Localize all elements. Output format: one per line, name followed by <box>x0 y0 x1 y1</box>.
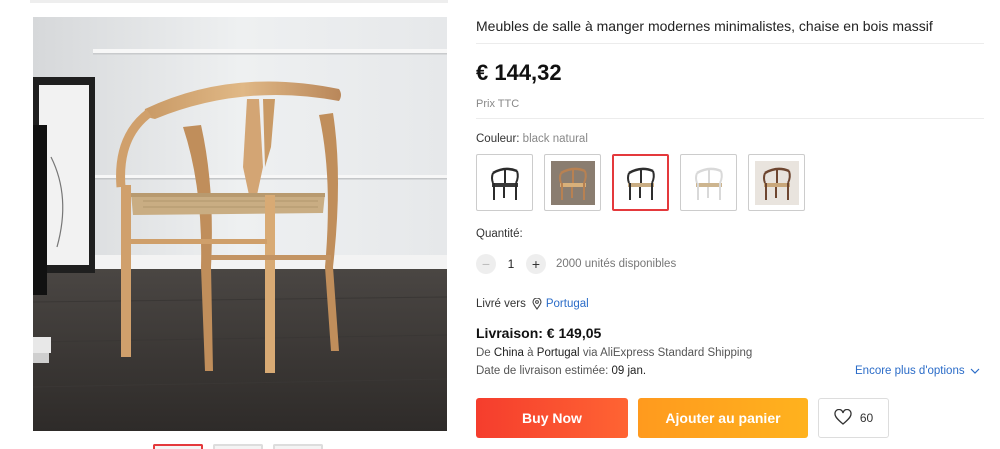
map-pin-icon <box>532 298 542 310</box>
color-swatch-black-natural[interactable] <box>612 154 669 211</box>
thumbnail-1[interactable] <box>153 444 203 449</box>
quantity-value[interactable]: 1 <box>496 257 526 271</box>
more-shipping-options-link[interactable]: Encore plus d'options <box>855 365 980 377</box>
chair-thumbnail <box>618 160 663 205</box>
color-label: Couleur: black natural <box>476 133 588 145</box>
color-swatch-black[interactable] <box>476 154 533 211</box>
price-divider <box>476 118 984 119</box>
wishlist-button[interactable]: 60 <box>818 398 889 438</box>
route-mid: à <box>527 347 534 359</box>
thumbnail-3[interactable] <box>273 444 323 449</box>
thumbnail-2[interactable] <box>213 444 263 449</box>
title-divider <box>476 43 984 44</box>
delivery-date: Date de livraison estimée: 09 jan. <box>476 365 646 377</box>
thumbnail-strip <box>153 444 323 449</box>
quantity-label: Quantité: <box>476 228 523 240</box>
color-swatch-white[interactable] <box>680 154 737 211</box>
product-price: € 144,32 <box>476 60 562 85</box>
stock-available: 2000 unités disponibles <box>556 258 677 270</box>
add-to-cart-button[interactable]: Ajouter au panier <box>638 398 808 438</box>
color-swatch-photo-wood[interactable] <box>544 154 601 211</box>
quantity-plus-button[interactable]: + <box>526 254 546 274</box>
chair-thumbnail <box>686 160 731 205</box>
wishlist-count: 60 <box>859 411 874 425</box>
ship-to-row: Livré vers Portugal <box>476 298 589 310</box>
chair-thumbnail <box>754 160 799 205</box>
color-label-text: Couleur: <box>476 133 520 145</box>
delivery-price: Livraison: € 149,05 <box>476 325 602 341</box>
route-prefix: De <box>476 347 491 359</box>
product-title: Meubles de salle à manger modernes minim… <box>476 18 933 34</box>
heart-icon <box>834 408 852 428</box>
chair-thumbnail <box>482 160 527 205</box>
buy-now-button[interactable]: Buy Now <box>476 398 628 438</box>
color-swatch-list <box>476 154 805 211</box>
price-note: Prix TTC <box>476 98 520 110</box>
more-options-label: Encore plus d'options <box>855 365 965 377</box>
route-to: Portugal <box>536 347 580 359</box>
chair-photo <box>33 17 447 431</box>
quantity-minus-button[interactable]: − <box>476 254 496 274</box>
color-selected-value: black natural <box>522 133 588 145</box>
chair-thumbnail <box>550 160 595 205</box>
product-main-image[interactable] <box>33 17 447 431</box>
delivery-date-value: 09 jan. <box>611 365 647 377</box>
ship-to-country-link[interactable]: Portugal <box>546 298 589 310</box>
ship-to-label: Livré vers <box>476 298 526 310</box>
gallery-top-strip <box>30 0 448 3</box>
quantity-stepper: − 1 + 2000 unités disponibles <box>476 254 676 274</box>
delivery-date-label: Date de livraison estimée: <box>476 365 609 377</box>
color-swatch-walnut[interactable] <box>748 154 805 211</box>
chevron-down-icon <box>970 368 980 374</box>
purchase-actions: Buy Now Ajouter au panier 60 <box>476 398 889 438</box>
shipping-route: De China à Portugal via AliExpress Stand… <box>476 347 752 359</box>
route-suffix: via AliExpress Standard Shipping <box>582 347 753 359</box>
route-from: China <box>493 347 524 359</box>
